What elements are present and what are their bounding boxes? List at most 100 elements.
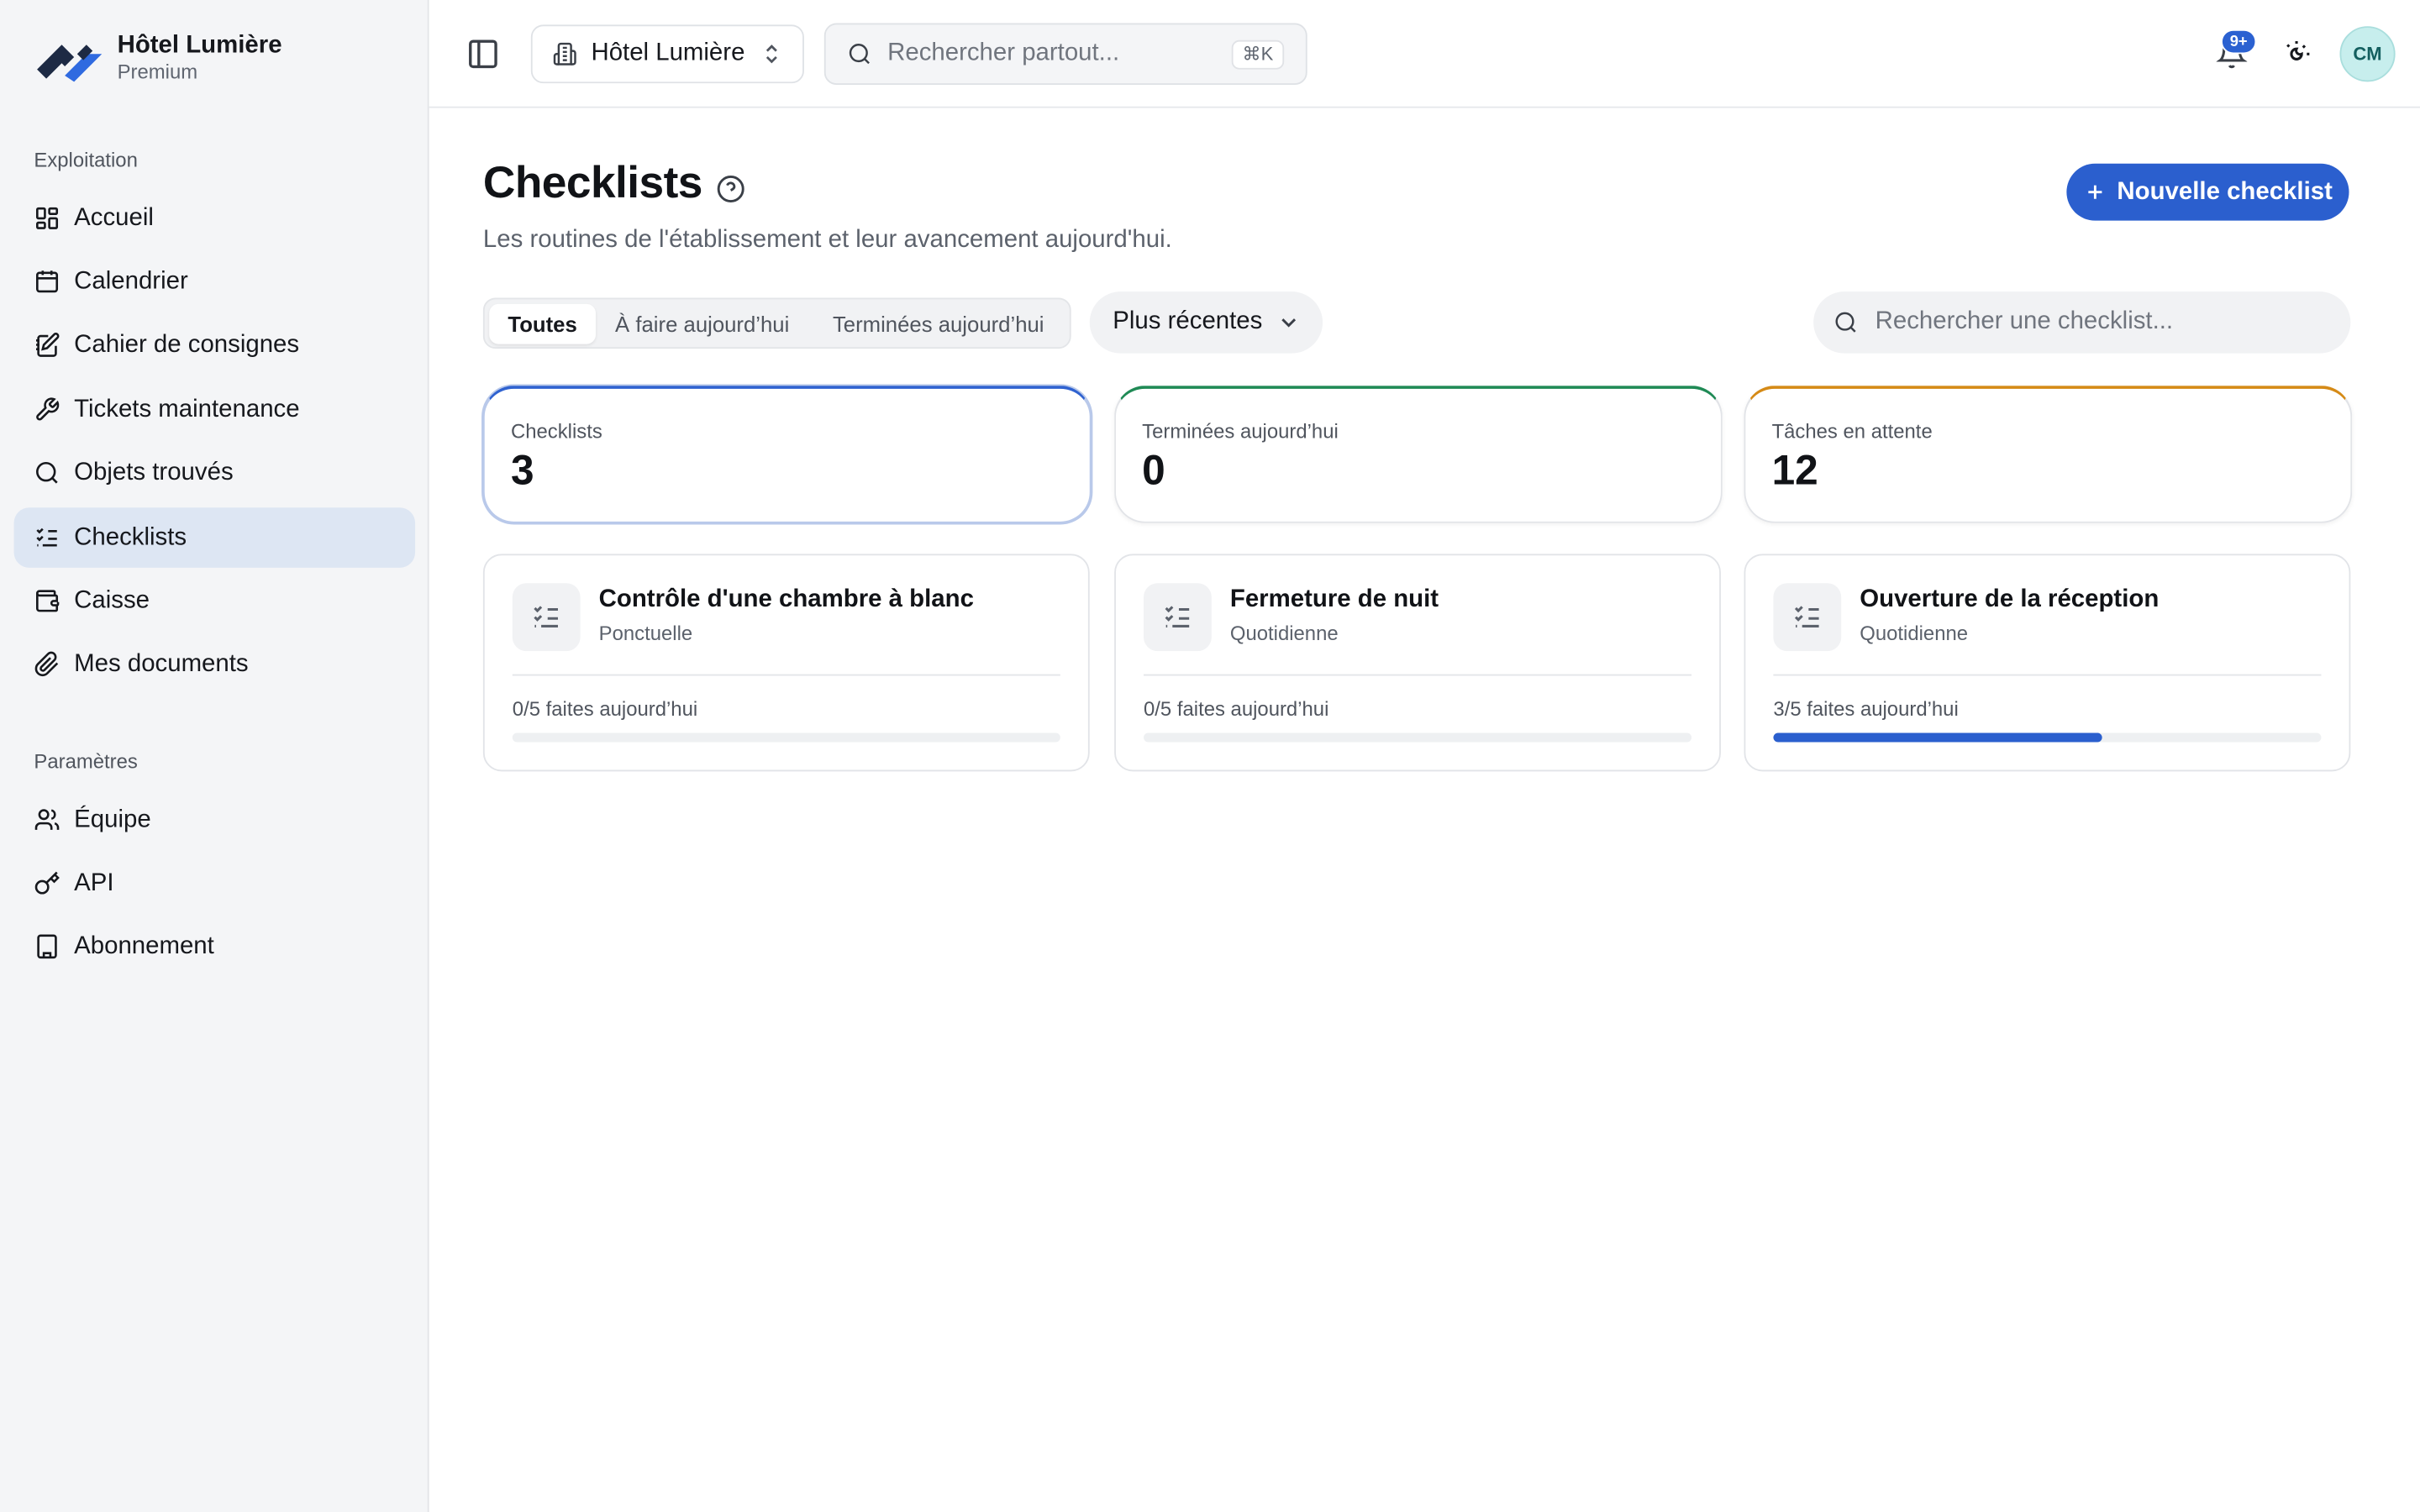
sidebar-item-tickets-maintenance[interactable]: Tickets maintenance [14,380,416,440]
checklist-progress-text: 3/5 faites aujourd’hui [1773,697,1959,721]
sidebar-item-accueil[interactable]: Accueil [14,188,416,249]
brand-name: Hôtel Lumière [117,32,282,59]
sidebar-item-label: Cahier de consignes [74,330,300,358]
sidebar-toggle-icon[interactable] [466,37,500,71]
sidebar-item-checklists[interactable]: Checklists [13,507,416,568]
checklist-progress-text: 0/5 faites aujourd’hui [512,697,698,721]
plus-icon [2087,185,2102,199]
sort-select-label: Plus récentes [1113,308,1263,335]
sidebar-item-cahier-de-consignes[interactable]: Cahier de consignes [14,315,416,375]
app: Hôtel Lumière Premium Exploitation Accue… [0,0,2420,1512]
logo-icon [37,44,103,81]
checklist-icon [1165,606,1190,627]
sidebar-item-caisse[interactable]: Caisse [14,571,416,632]
sidebar-item-label: Calendrier [74,267,188,294]
sidebar-item-label: Abonnement [74,932,214,959]
filter-tabs: Toutes À faire aujourd’hui Terminées auj… [482,297,1071,349]
help-icon[interactable] [716,175,745,204]
paperclip-icon [34,651,59,677]
notebook-icon [36,333,60,357]
progress-track [1144,732,1692,743]
sort-select[interactable]: Plus récentes [1089,291,1323,354]
checklist-icon [534,606,558,627]
hotel-select-label: Hôtel Lumière [591,39,745,66]
sidebar-item-objets-trouves[interactable]: Objets trouvés [14,443,416,503]
global-search-placeholder: Rechercher partout... [887,39,1120,66]
divider [512,674,1060,676]
sidebar-item-label: Équipe [74,806,151,832]
sidebar-item-label: Accueil [74,204,154,231]
brand-plan: Premium [117,60,198,84]
checklist-progress-text: 0/5 faites aujourd’hui [1144,697,1329,721]
checklist-frequency: Ponctuelle [598,622,693,645]
divider [1144,674,1692,676]
checklist-title: Ouverture de la réception [1860,585,2160,613]
tab-terminees[interactable]: Terminées aujourd’hui [812,304,1065,344]
stat-value: 3 [510,447,534,494]
checklist-frequency: Quotidienne [1229,622,1339,645]
checklist-icon-tile [1773,583,1842,652]
sidebar-item-label: Mes documents [74,650,249,677]
tab-toutes[interactable]: Toutes [489,303,596,344]
sidebar-item-api[interactable]: API [14,853,416,914]
checklist-card[interactable]: Fermeture de nuit Quotidienne 0/5 faites… [1114,554,1721,772]
checklist-card[interactable]: Contrôle d'une chambre à blanc Ponctuell… [482,554,1090,772]
checklist-frequency: Quotidienne [1860,622,1969,645]
search-icon [1835,312,1856,333]
hotel-select[interactable]: Hôtel Lumière [530,24,804,84]
checklist-card[interactable]: Ouverture de la réception Quotidienne 3/… [1744,554,2351,772]
checklist-icon [36,528,57,547]
sidebar-item-calendrier[interactable]: Calendrier [14,251,416,312]
sidebar-item-label: Tickets maintenance [74,396,300,423]
stat-card-en-attente: Tâches en attente 12 [1744,386,2353,523]
divider [1773,674,2322,676]
avatar[interactable]: CM [2339,26,2396,82]
checklist-title: Contrôle d'une chambre à blanc [598,585,974,613]
sidebar-item-label: API [74,869,114,896]
tab-a-faire[interactable]: À faire aujourd’hui [602,304,802,344]
global-search-input[interactable]: Rechercher partout... ⌘K [823,23,1307,86]
page-title: Checklists [482,159,703,208]
wrench-icon [36,397,60,421]
new-checklist-button[interactable]: Nouvelle checklist [2066,163,2349,221]
building-icon [553,42,576,66]
stat-value: 12 [1771,447,1818,494]
sidebar-item-abonnement[interactable]: Abonnement [14,916,416,977]
dashboard-icon [36,207,59,229]
page-subtitle: Les routines de l'établissement et leur … [482,227,1172,254]
brand[interactable]: Hôtel Lumière Premium [34,31,282,85]
calendar-icon [36,270,59,293]
section-label-exploitation: Exploitation [34,148,138,171]
building-icon [37,934,57,959]
section-label-parametres: Paramètres [34,749,138,774]
sidebar-item-label: Checklists [74,523,187,550]
users-icon [34,809,60,830]
search-shortcut: ⌘K [1231,39,1285,70]
checklist-title: Fermeture de nuit [1229,585,1439,613]
sidebar: Hôtel Lumière Premium Exploitation Accue… [0,0,429,1512]
checklist-icon-tile [1144,583,1212,652]
stat-value: 0 [1142,447,1165,494]
search-icon [36,461,58,484]
theme-toggle-icon[interactable] [2281,39,2312,70]
stat-card-terminees: Terminées aujourd’hui 0 [1114,386,1723,523]
key-icon [34,871,60,895]
chevron-down-icon [1281,318,1297,328]
notification-badge: 9+ [2221,29,2257,55]
checklist-icon-tile [512,583,581,652]
progress-fill [1773,732,2102,743]
checklist-icon [1794,606,1819,627]
topbar: Hôtel Lumière Rechercher partout... ⌘K 9… [429,0,2420,108]
sidebar-item-mes-documents[interactable]: Mes documents [14,634,416,695]
stat-label: Terminées aujourd’hui [1142,419,1339,444]
new-checklist-label: Nouvelle checklist [2117,178,2333,205]
chevron-up-down-icon [765,45,777,64]
sidebar-item-equipe[interactable]: Équipe [14,790,416,850]
checklist-search-input[interactable]: Rechercher une checklist... [1813,291,2351,354]
progress-track [1773,732,2322,743]
stat-label: Checklists [510,419,602,444]
wallet-icon [36,590,60,612]
search-icon [849,44,870,65]
progress-track [512,732,1060,743]
stat-label: Tâches en attente [1771,419,1933,444]
